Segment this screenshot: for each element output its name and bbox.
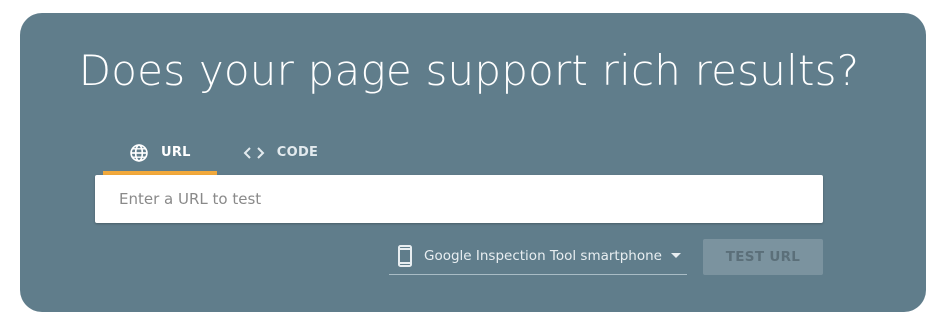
tab-url-label: URL xyxy=(161,145,191,160)
test-url-button[interactable]: TEST URL xyxy=(703,239,823,275)
tab-code[interactable]: CODE xyxy=(217,130,344,175)
input-mode-tabs: URL CODE xyxy=(103,130,344,175)
smartphone-icon xyxy=(398,245,412,267)
page-title: Does your page support rich results? xyxy=(78,46,860,95)
tab-url[interactable]: URL xyxy=(103,130,217,175)
tab-code-label: CODE xyxy=(276,145,319,160)
device-select[interactable]: Google Inspection Tool smartphone xyxy=(389,238,687,275)
code-icon xyxy=(243,146,265,160)
url-input[interactable] xyxy=(95,175,823,223)
dropdown-arrow-icon xyxy=(671,253,681,259)
device-select-value: Google Inspection Tool smartphone xyxy=(424,248,662,264)
globe-icon xyxy=(129,143,149,163)
